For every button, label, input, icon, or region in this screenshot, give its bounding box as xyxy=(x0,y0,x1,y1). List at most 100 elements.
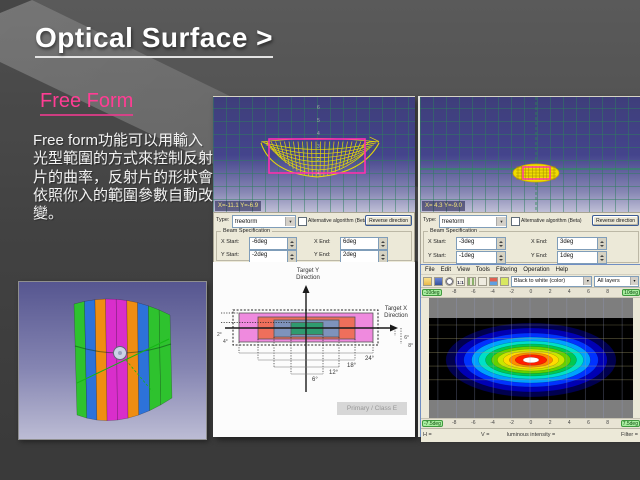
angle-24: 24° xyxy=(365,356,375,362)
tick-label: -4 xyxy=(487,419,499,428)
y-end-input[interactable]: 1deg xyxy=(557,251,607,264)
menu-help[interactable]: Help xyxy=(556,267,568,273)
x-axis-arrow xyxy=(390,325,398,332)
angle-12: 12° xyxy=(329,370,339,376)
status-v: V = xyxy=(481,432,489,438)
description-text: Free form功能可以用輸入光型範圍的方式來控制反射片的曲率，反射片的形狀會… xyxy=(33,132,216,223)
type-label: Type: xyxy=(423,217,436,223)
target-x-label-2: Direction xyxy=(384,313,408,319)
corner-badge-bottom-right: 7.5deg xyxy=(621,420,640,427)
slide: Optical Surface > Free Form Free form功能可… xyxy=(0,0,640,480)
target-x-label-1: Target X xyxy=(385,306,407,312)
horizontal-ruler-top: -10deg -10-8-6-4-20246810 10deg xyxy=(421,288,640,298)
menu-edit[interactable]: Edit xyxy=(441,267,451,273)
reverse-direction-button[interactable]: Reverse direction xyxy=(365,215,412,226)
tick-label: -8 xyxy=(448,419,460,428)
y-start-spinner[interactable] xyxy=(496,252,505,263)
viewport-3d-left[interactable]: 654321 X=-11.1 Y=-6.9 xyxy=(213,96,415,213)
y-end-value: 2deg xyxy=(341,251,379,260)
x-end-input[interactable]: 6deg xyxy=(340,237,388,250)
y-end-label: Y End: xyxy=(531,253,547,259)
chevron-down-icon[interactable]: ▼ xyxy=(285,217,295,226)
toolbar: 1:1 Black to white (color) ▼ All layers … xyxy=(421,275,640,288)
angle-right-8: 8° xyxy=(408,343,413,349)
type-select[interactable]: freeform ▼ xyxy=(232,215,296,228)
x-end-label: X End: xyxy=(531,239,548,245)
y-end-spinner[interactable] xyxy=(378,251,387,262)
corner-badge-top-left: -10deg xyxy=(422,289,442,296)
tick-label: 2 xyxy=(544,419,556,428)
alternative-algorithm-label: Alternative algorithm (Beta) xyxy=(521,218,582,224)
alternative-algorithm-checkbox[interactable] xyxy=(298,217,307,226)
x-start-spinner[interactable] xyxy=(287,238,296,249)
tick-label: -6 xyxy=(467,419,479,428)
tick-label: -2 xyxy=(506,419,518,428)
y-end-label: Y End: xyxy=(314,252,330,258)
tick-label: -4 xyxy=(487,288,499,297)
alternative-algorithm-checkbox[interactable] xyxy=(511,217,520,226)
plot-gray-band-bottom xyxy=(429,400,633,418)
search-icon[interactable] xyxy=(445,277,454,286)
y-start-value: -1deg xyxy=(457,252,497,261)
viewport-scale-numbers: 654321 xyxy=(317,102,320,180)
one-to-one-zoom-button[interactable]: 1:1 xyxy=(456,277,465,286)
angle-6: 6° xyxy=(312,377,318,383)
beam-specification-group: Beam Specification X Start: -3deg X End:… xyxy=(423,228,639,263)
x-start-input[interactable]: -3deg xyxy=(456,237,506,250)
colormap-select-value: Black to white (color) xyxy=(512,278,583,284)
menu-view[interactable]: View xyxy=(457,267,470,273)
coordinate-readout-left: X=-11.1 Y=-6.9 xyxy=(215,201,261,211)
x-end-spinner[interactable] xyxy=(378,238,387,249)
menu-operation[interactable]: Operation xyxy=(523,267,549,273)
type-select[interactable]: freeform ▼ xyxy=(439,215,507,228)
y-start-value: -2deg xyxy=(250,251,288,260)
angle-left-2: 2° xyxy=(217,332,222,338)
freeform-controls-right: Type: freeform ▼ Alternative algorithm (… xyxy=(420,212,640,266)
x-start-spinner[interactable] xyxy=(496,238,505,249)
menu-filtering[interactable]: Filtering xyxy=(496,267,517,273)
viewport-3d-right[interactable]: X= 4.3 Y=-9.0 xyxy=(420,96,640,213)
chevron-down-icon[interactable]: ▼ xyxy=(583,277,591,285)
x-end-label: X End: xyxy=(314,239,331,245)
x-start-input[interactable]: -6deg xyxy=(249,237,297,250)
tick-label: 4 xyxy=(563,419,575,428)
chevron-down-icon[interactable]: ▼ xyxy=(496,217,506,226)
tick-label: -6 xyxy=(467,288,479,297)
save-icon[interactable] xyxy=(434,277,443,286)
class-label-button: Primary / Class E xyxy=(337,402,407,415)
open-icon[interactable] xyxy=(423,277,432,286)
status-filter: Filter = xyxy=(621,432,638,438)
freeform-heading: Free Form xyxy=(40,90,133,116)
marker-icon[interactable] xyxy=(500,277,509,286)
chart-icon[interactable] xyxy=(489,277,498,286)
y-end-spinner[interactable] xyxy=(597,252,606,263)
y-axis-arrow xyxy=(303,285,310,293)
y-start-label: Y Start: xyxy=(221,252,239,258)
luminous-intensity-plot[interactable] xyxy=(421,298,640,418)
menu-file[interactable]: File xyxy=(425,267,435,273)
freeform-editor-left: 654321 X=-11.1 Y=-6.9 Type: freeform ▼ A… xyxy=(213,96,415,437)
x-end-input[interactable]: 3deg xyxy=(557,237,607,250)
target-y-label-2: Direction xyxy=(296,275,320,281)
x-end-spinner[interactable] xyxy=(597,238,606,249)
status-intensity: luminous intensity = xyxy=(507,432,555,438)
tick-label: 6 xyxy=(583,419,595,428)
x-end-value: 3deg xyxy=(558,238,598,247)
cad-surface-image xyxy=(18,281,207,440)
chevron-down-icon[interactable]: ▼ xyxy=(630,277,638,285)
tick-label: 2 xyxy=(544,288,556,297)
reverse-direction-button[interactable]: Reverse direction xyxy=(592,215,639,226)
grid-icon[interactable] xyxy=(467,277,476,286)
reflector-mesh xyxy=(261,137,379,177)
type-select-value: freeform xyxy=(440,219,496,225)
beam-specification-group: Beam Specification X Start: -6deg X End:… xyxy=(216,228,412,261)
striped-surface xyxy=(74,299,172,421)
layers-select[interactable]: All layers ▼ xyxy=(594,276,639,287)
y-start-spinner[interactable] xyxy=(287,251,296,262)
menu-tools[interactable]: Tools xyxy=(476,267,490,273)
status-h: H = xyxy=(423,432,432,438)
y-start-input[interactable]: -1deg xyxy=(456,251,506,264)
colormap-select[interactable]: Black to white (color) ▼ xyxy=(511,276,592,287)
delete-icon[interactable] xyxy=(478,277,487,286)
x-start-value: -3deg xyxy=(457,238,497,247)
